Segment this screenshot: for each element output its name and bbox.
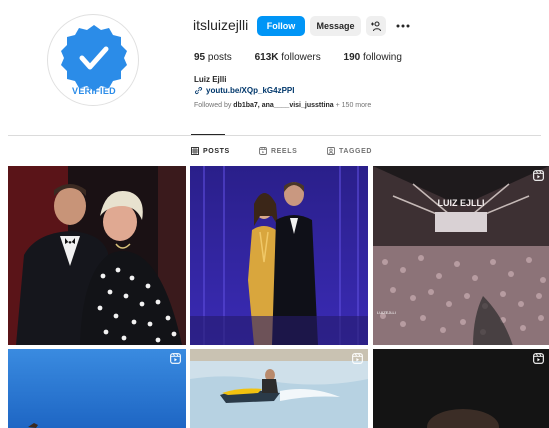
tagged-icon [327,147,335,155]
svg-text:LUIZ EJLLI: LUIZ EJLLI [438,198,485,208]
reel-indicator-icon [352,353,363,364]
post-thumbnail-5[interactable] [190,349,368,428]
profile-username: itsluizejlli [193,17,249,33]
tab-reels[interactable]: REELS [259,147,297,155]
post-image-couple [8,166,186,345]
profile-stats: 95 posts 613K followers 190 following [194,52,422,63]
profile-link-text: youtu.be/XQp_kG4zPPI [206,86,295,95]
post-image-gala [190,166,368,345]
tab-posts[interactable]: POSTS [191,147,230,155]
tabs-divider [8,135,541,136]
reel-indicator-icon [533,170,544,181]
grid-icon [191,147,199,155]
profile-link[interactable]: youtu.be/XQp_kG4zPPI [194,86,294,95]
add-person-icon [371,21,382,32]
post-thumbnail-1[interactable] [8,166,186,345]
post-image-sky [8,349,186,428]
suggested-accounts-button[interactable] [366,16,386,36]
follow-button[interactable]: Follow [257,16,305,36]
post-image-jetski [190,349,368,428]
followers-stat[interactable]: 613K followers [255,52,321,63]
reel-indicator-icon [170,353,181,364]
post-thumbnail-6[interactable] [373,349,549,428]
profile-full-name: Luiz Ejlli [194,75,227,84]
posts-stat: 95 posts [194,52,232,63]
more-options-button[interactable] [394,17,412,35]
followed-by[interactable]: Followed by db1ba7, ana____visi_jussttin… [194,102,371,109]
post-thumbnail-2[interactable] [190,166,368,345]
post-thumbnail-4[interactable] [8,349,186,428]
post-image-dark [373,349,549,428]
message-button[interactable]: Message [310,16,361,36]
post-thumbnail-3[interactable]: LUIZ EJLLI LUIZEJLLI [373,166,549,345]
post-image-concert: LUIZ EJLLI LUIZEJLLI [373,166,549,345]
link-icon [194,86,203,95]
reel-indicator-icon [533,353,544,364]
reels-icon [259,147,267,155]
following-stat[interactable]: 190 following [344,52,402,63]
active-tab-indicator [191,134,225,135]
profile-avatar[interactable]: VERIFIED [47,14,139,106]
tab-tagged[interactable]: TAGGED [327,147,372,155]
more-dots-icon [396,24,410,28]
svg-text:LUIZEJLLI: LUIZEJLLI [377,310,396,315]
avatar-caption: VERIFIED [72,86,116,96]
